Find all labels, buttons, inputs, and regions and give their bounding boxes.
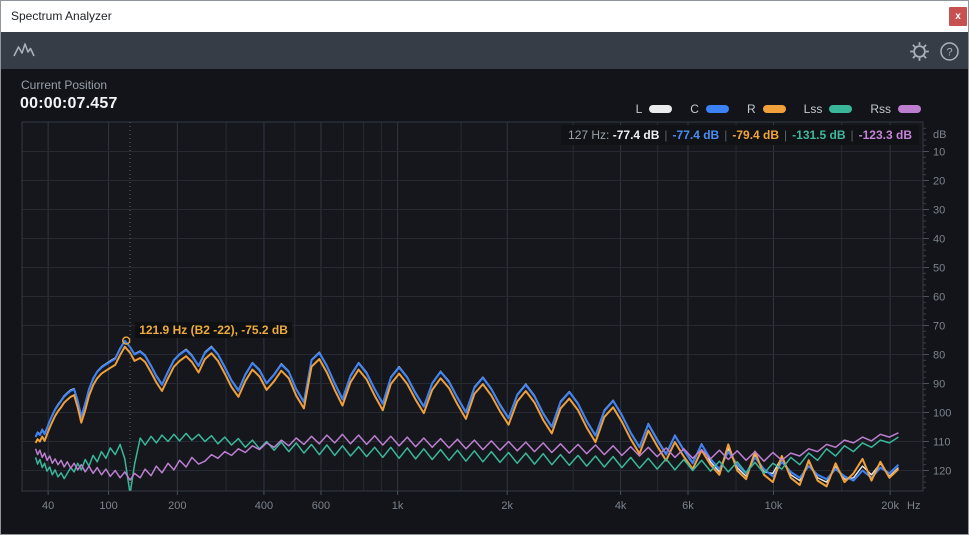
peak-annotation: 121.9 Hz (B2 -22), -75.2 dB — [135, 322, 292, 338]
readout-value-Lss: -131.5 dB — [792, 128, 845, 142]
readout-separator: | — [851, 128, 854, 142]
y-tick-label: 30 — [933, 205, 945, 217]
y-tick-label: 110 — [933, 437, 951, 449]
y-tick-label: 120 — [933, 466, 951, 478]
y-tick-label: 60 — [933, 292, 945, 304]
y-tick-label: 90 — [933, 379, 945, 391]
plot-background — [22, 122, 923, 491]
y-tick-label: 70 — [933, 321, 945, 333]
y-tick-label: 10 — [933, 147, 945, 159]
x-tick-label: 1k — [392, 500, 404, 512]
readout-value-Rss: -123.3 dB — [859, 128, 912, 142]
x-tick-label: 10k — [765, 500, 783, 512]
readout-separator: | — [664, 128, 667, 142]
readout-separator: | — [724, 128, 727, 142]
y-tick-label: 40 — [933, 234, 945, 246]
x-tick-label: 4k — [615, 500, 627, 512]
cursor-readout: 127 Hz: -77.4 dB | -77.4 dB | -79.4 dB | -131.… — [561, 125, 919, 145]
x-tick-label: 400 — [255, 500, 273, 512]
readout-frequency: 127 Hz: — [568, 128, 609, 142]
y-tick-label: 100 — [933, 408, 951, 420]
y-tick-label: 80 — [933, 350, 945, 362]
y-tick-label: 50 — [933, 263, 945, 275]
x-tick-label: 2k — [501, 500, 513, 512]
x-tick-label: 40 — [42, 500, 54, 512]
spectrum-analyzer-window: Spectrum Analyzer x — [0, 0, 969, 535]
x-tick-label: 200 — [168, 500, 186, 512]
spectrum-plot[interactable]: 40 100 200 400 600 1k 2k 4k 6k 10k 20k Hz 10 20 30 40 50… — [1, 1, 969, 535]
readout-value-R: -79.4 dB — [732, 128, 779, 142]
x-tick-label: 600 — [312, 500, 330, 512]
y-tick-label: 20 — [933, 176, 945, 188]
readout-value-C: -77.4 dB — [673, 128, 720, 142]
readout-separator: | — [784, 128, 787, 142]
y-axis-unit: dB — [933, 129, 946, 141]
x-axis-unit: Hz — [907, 500, 920, 512]
x-tick-label: 20k — [881, 500, 899, 512]
readout-value-L: -77.4 dB — [613, 128, 660, 142]
x-tick-label: 100 — [99, 500, 117, 512]
x-tick-label: 6k — [682, 500, 694, 512]
